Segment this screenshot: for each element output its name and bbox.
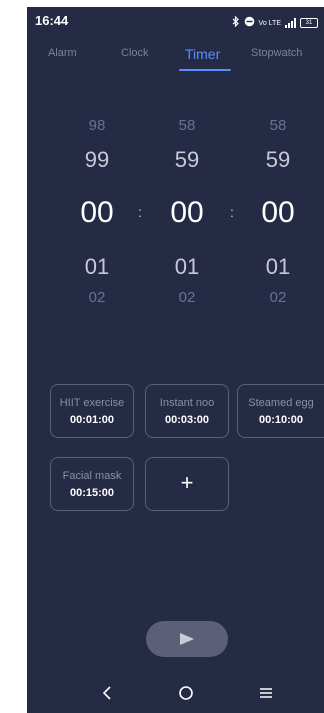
menu-icon bbox=[260, 688, 272, 698]
separator-minutes-seconds: : bbox=[230, 204, 234, 220]
timer-screen: 16:44 Vo LTE 31 Alarm Clock Timer Stopwa… bbox=[27, 7, 324, 713]
recents-button[interactable] bbox=[259, 685, 273, 706]
bluetooth-icon bbox=[231, 14, 240, 32]
start-button[interactable] bbox=[146, 621, 228, 657]
preset-time: 00:01:00 bbox=[69, 414, 115, 426]
preset-time: 00:15:00 bbox=[69, 487, 115, 499]
status-time: 16:44 bbox=[35, 13, 69, 28]
status-icons: Vo LTE 31 bbox=[231, 14, 318, 32]
hours-below: 01 bbox=[84, 254, 110, 279]
minutes-above: 59 bbox=[174, 147, 200, 172]
seconds-above: 59 bbox=[265, 147, 291, 172]
tab-stopwatch[interactable]: Stopwatch bbox=[251, 47, 302, 59]
seconds-far-below: 02 bbox=[269, 289, 287, 306]
tab-alarm[interactable]: Alarm bbox=[48, 47, 77, 59]
plus-icon: + bbox=[180, 470, 194, 495]
volte-icon: Vo LTE bbox=[258, 19, 281, 27]
preset-time: 00:10:00 bbox=[258, 414, 304, 426]
play-icon bbox=[180, 633, 194, 645]
hours-picker[interactable]: 98 99 00 01 02 bbox=[67, 117, 127, 317]
minutes-far-below: 02 bbox=[178, 289, 196, 306]
seconds-far-above: 58 bbox=[269, 117, 287, 134]
separator-hours-minutes: : bbox=[138, 204, 142, 220]
active-tab-indicator bbox=[179, 69, 231, 71]
preset-name: Steamed egg bbox=[248, 397, 314, 409]
back-icon bbox=[102, 686, 111, 700]
hours-far-below: 02 bbox=[88, 289, 106, 306]
preset-time: 00:03:00 bbox=[164, 414, 210, 426]
minutes-below: 01 bbox=[174, 254, 200, 279]
seconds-selected: 00 bbox=[261, 196, 295, 229]
seconds-picker[interactable]: 58 59 00 01 02 bbox=[248, 117, 308, 317]
seconds-below: 01 bbox=[265, 254, 291, 279]
status-bar: 16:44 Vo LTE 31 bbox=[27, 7, 324, 35]
home-button[interactable] bbox=[178, 685, 194, 706]
tab-bar: Alarm Clock Timer Stopwatch bbox=[27, 46, 324, 81]
preset-name: HIIT exercise bbox=[59, 397, 125, 409]
tab-timer[interactable]: Timer bbox=[185, 46, 220, 62]
minutes-selected: 00 bbox=[170, 196, 204, 229]
hours-above: 99 bbox=[84, 147, 110, 172]
preset-name: Instant noo bbox=[159, 397, 215, 409]
signal-icon bbox=[285, 18, 296, 28]
preset-hiit-exercise[interactable]: HIIT exercise 00:01:00 bbox=[50, 384, 134, 438]
back-button[interactable] bbox=[101, 685, 113, 706]
preset-facial-mask[interactable]: Facial mask 00:15:00 bbox=[50, 457, 134, 511]
preset-instant-noodles[interactable]: Instant noo 00:03:00 bbox=[145, 384, 229, 438]
minutes-far-above: 58 bbox=[178, 117, 196, 134]
minutes-picker[interactable]: 58 59 00 01 02 bbox=[157, 117, 217, 317]
hours-selected: 00 bbox=[80, 196, 114, 229]
hours-far-above: 98 bbox=[88, 117, 106, 134]
add-preset-button[interactable]: + bbox=[145, 457, 229, 511]
navigation-bar bbox=[27, 683, 324, 713]
tab-clock[interactable]: Clock bbox=[121, 47, 149, 59]
battery-icon: 31 bbox=[300, 18, 318, 28]
home-icon bbox=[179, 686, 193, 700]
preset-steamed-egg[interactable]: Steamed egg 00:10:00 bbox=[237, 384, 324, 438]
preset-name: Facial mask bbox=[62, 470, 122, 482]
do-not-disturb-icon bbox=[244, 14, 255, 32]
